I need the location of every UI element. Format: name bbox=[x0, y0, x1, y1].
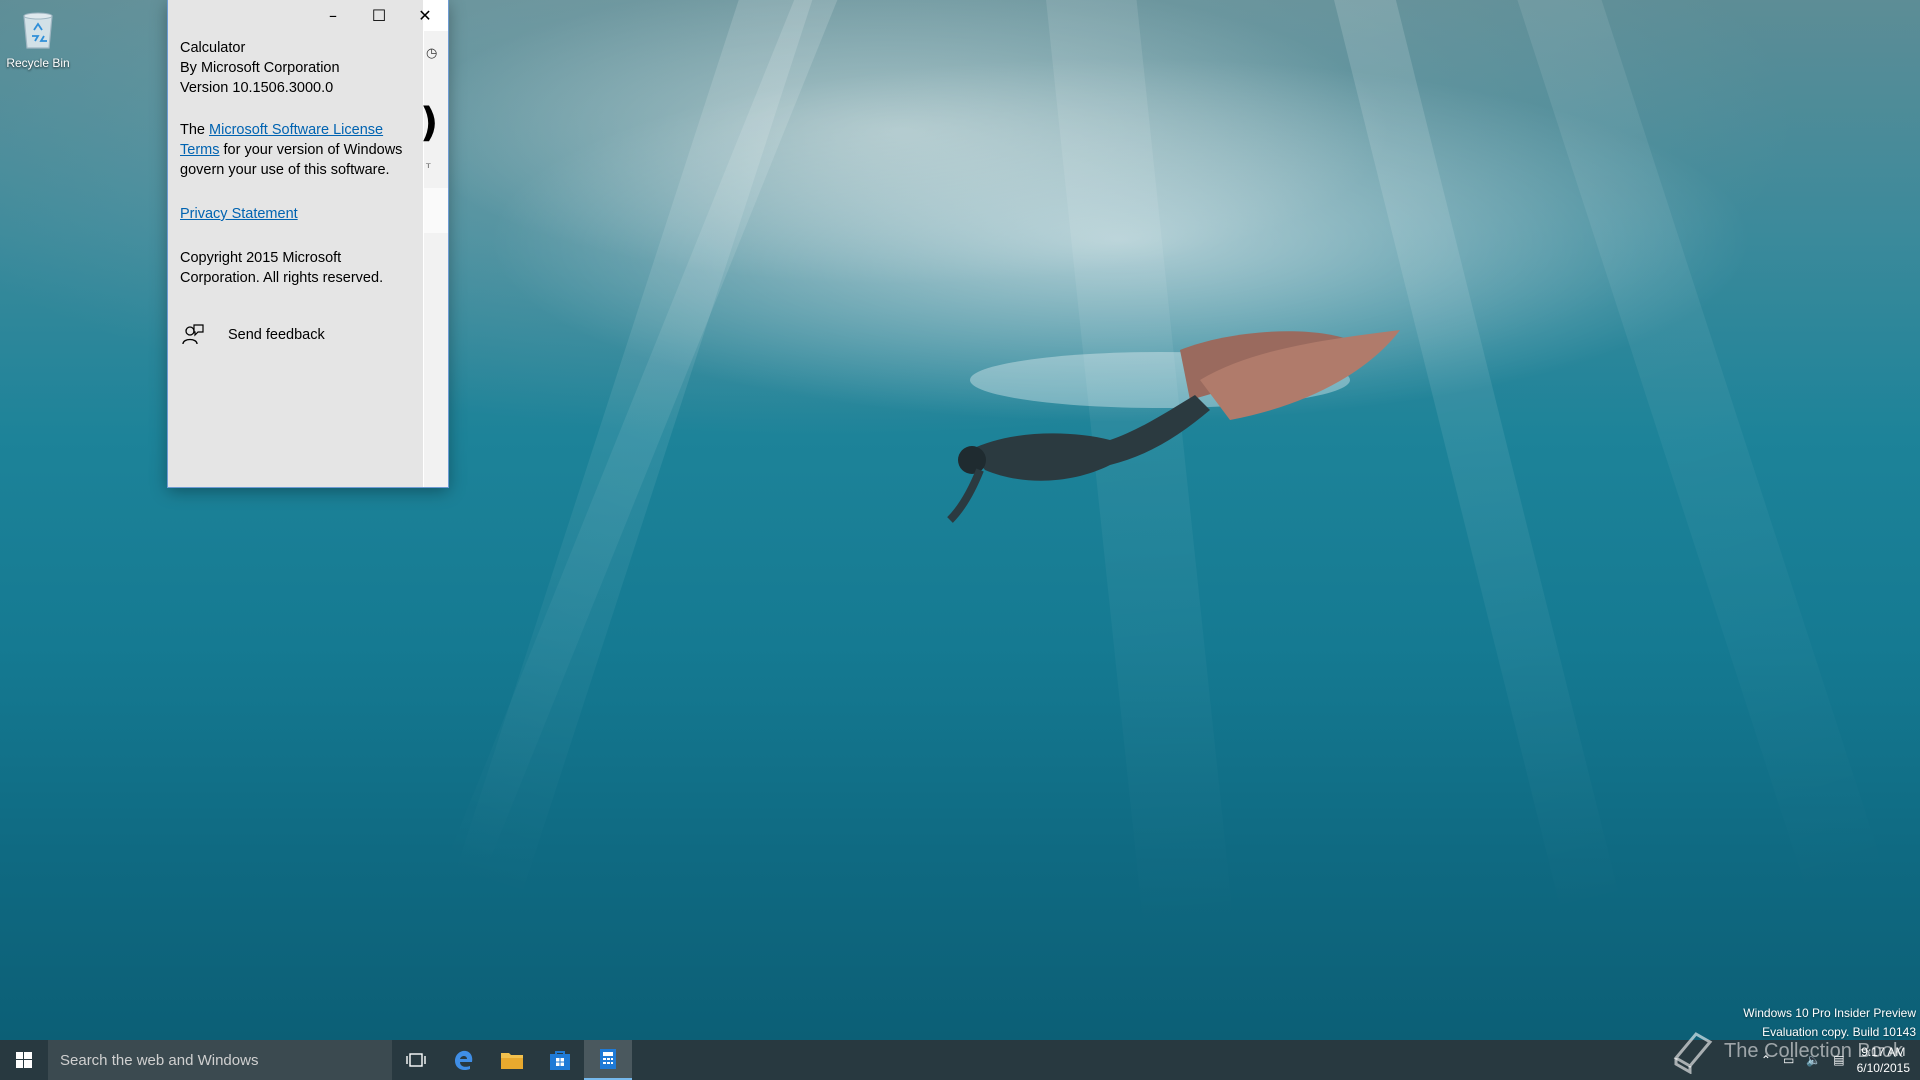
search-input[interactable]: Search the web and Windows bbox=[48, 1040, 392, 1080]
memory-icon[interactable]: ᵀ bbox=[426, 161, 431, 175]
title-bar[interactable]: – ☐ ✕ bbox=[168, 0, 448, 31]
calculator-window[interactable]: ◷ ) ᵀ Calculator By Microsoft Corporatio… bbox=[168, 0, 448, 487]
calculator-icon bbox=[600, 1049, 616, 1069]
diver-image bbox=[947, 330, 1400, 523]
minimize-button[interactable]: – bbox=[310, 0, 356, 31]
store-button[interactable] bbox=[536, 1040, 584, 1080]
brand-text: The Collection Book bbox=[1724, 1039, 1903, 1062]
book-logo-icon bbox=[1673, 1032, 1713, 1074]
task-view-button[interactable] bbox=[392, 1040, 440, 1080]
send-feedback-button[interactable]: Send feedback bbox=[180, 323, 325, 347]
edge-button[interactable] bbox=[440, 1040, 488, 1080]
version: Version 10.1506.3000.0 bbox=[180, 80, 334, 96]
copyright-text: Copyright 2015 Microsoft Corporation. Al… bbox=[180, 250, 384, 286]
watermark-edition: Windows 10 Pro Insider Preview bbox=[1743, 1006, 1916, 1020]
about-content: Calculator By Microsoft Corporation Vers… bbox=[180, 38, 415, 288]
history-icon[interactable]: ◷ bbox=[426, 46, 437, 61]
license-text: The Microsoft Software License Terms for… bbox=[180, 120, 415, 180]
calculator-taskbar-button[interactable] bbox=[584, 1040, 632, 1080]
windows-logo-icon bbox=[16, 1052, 32, 1068]
app-name: Calculator bbox=[180, 40, 246, 56]
store-icon bbox=[550, 1051, 570, 1070]
maximize-button[interactable]: ☐ bbox=[356, 0, 402, 31]
memory-bar bbox=[424, 188, 448, 233]
file-explorer-icon bbox=[501, 1053, 523, 1069]
recycle-bin-icon bbox=[23, 12, 53, 49]
recycle-bin-label: Recycle Bin bbox=[6, 56, 70, 70]
start-button[interactable] bbox=[0, 1040, 48, 1080]
calculator-underlying-view: ◷ ) ᵀ bbox=[420, 31, 448, 487]
recycle-bin[interactable]: Recycle Bin bbox=[4, 8, 72, 70]
privacy-statement-link[interactable]: Privacy Statement bbox=[180, 206, 298, 222]
taskbar: Search the web and Windows ⌃ ▭ 🔈 ▤ 9:17 … bbox=[0, 1040, 1920, 1080]
feedback-icon bbox=[182, 324, 204, 345]
license-prefix: The bbox=[180, 122, 210, 138]
brand-watermark: The Collection Book bbox=[1670, 1028, 1903, 1074]
task-view-icon bbox=[406, 1053, 426, 1067]
about-pane: Calculator By Microsoft Corporation Vers… bbox=[168, 0, 423, 487]
close-button[interactable]: ✕ bbox=[402, 0, 448, 31]
publisher: By Microsoft Corporation bbox=[180, 60, 340, 76]
file-explorer-button[interactable] bbox=[488, 1040, 536, 1080]
send-feedback-label: Send feedback bbox=[228, 327, 325, 343]
edge-icon bbox=[455, 1050, 473, 1071]
